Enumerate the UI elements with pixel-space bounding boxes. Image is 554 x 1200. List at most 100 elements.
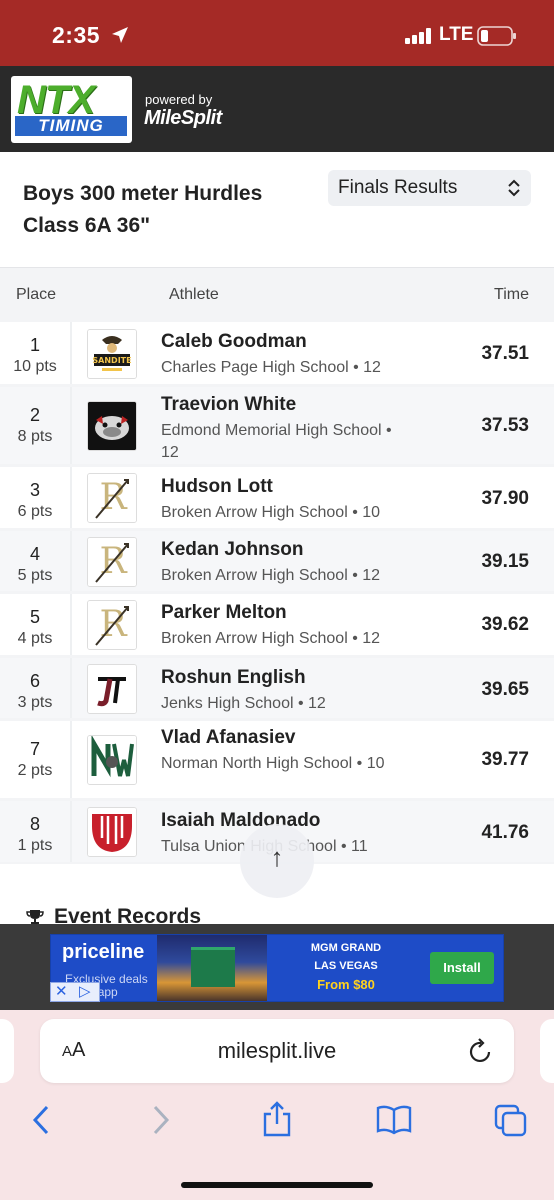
ntx-timing-logo[interactable]: NTX TIMING [11, 76, 132, 143]
result-time: 37.53 [481, 415, 529, 436]
school-logo: R [87, 473, 137, 523]
header-time: Time [494, 286, 529, 303]
home-indicator [181, 1182, 373, 1188]
place-points: 6 pts [17, 503, 53, 520]
address-bar[interactable]: AA milesplit.live [40, 1019, 514, 1083]
table-row[interactable]: 4 5 pts R Kedan Johnson Broken Arrow Hig… [0, 531, 554, 594]
jenks-jt-logo-icon [88, 665, 136, 713]
athlete-name[interactable]: Kedan Johnson [161, 539, 304, 561]
svg-text:SANDITE: SANDITE [92, 356, 131, 365]
place-number: 4 [29, 544, 40, 564]
place-number: 6 [29, 671, 40, 691]
result-time: 39.65 [481, 679, 529, 700]
place-points: 10 pts [13, 358, 57, 375]
table-row[interactable]: 7 2 pts Vlad Afanasiev Norman North High… [0, 721, 554, 801]
network-type: LTE [439, 24, 474, 45]
athlete-name[interactable]: Roshun English [161, 667, 306, 689]
athlete-school: Broken Arrow High School • 12 [161, 630, 381, 647]
place-number: 5 [29, 607, 40, 627]
place-number: 3 [29, 480, 40, 500]
school-logo [87, 807, 137, 857]
place-points: 8 pts [17, 428, 53, 445]
place-number: 2 [29, 405, 40, 425]
results-round-value: Finals Results [338, 177, 458, 198]
result-time: 39.62 [481, 614, 529, 635]
battery-icon [477, 26, 516, 46]
result-time: 39.77 [481, 749, 529, 770]
ad-hotel-building [191, 947, 235, 987]
ad-offer: MGM GRAND LAS VEGAS From $80 [267, 935, 425, 1001]
url-text: milesplit.live [217, 1038, 337, 1063]
location-arrow-icon [112, 27, 128, 43]
place-cell: 2 8 pts [0, 387, 72, 464]
page: 2:35 LTE NTX TIMING powered by MileSplit… [0, 0, 554, 1200]
results-round-select[interactable]: Finals Results [328, 170, 531, 206]
place-cell: 4 5 pts [0, 531, 72, 591]
athlete-school: Broken Arrow High School • 12 [161, 567, 381, 584]
table-row[interactable]: 1 10 pts SANDITE Caleb Goodman Charles P… [0, 322, 554, 387]
milesplit-logo[interactable]: MileSplit [144, 107, 222, 130]
place-cell: 8 1 pts [0, 801, 72, 862]
ad-choices-icon: ▷ [79, 983, 91, 1000]
reload-icon[interactable] [468, 1037, 494, 1065]
ad-price: From $80 [317, 977, 375, 992]
signal-strength-icon [405, 28, 431, 44]
bulldog-logo-icon [88, 402, 136, 450]
result-time: 39.15 [481, 551, 529, 572]
broken-arrow-logo-icon: R [88, 474, 136, 522]
place-points: 3 pts [17, 694, 53, 711]
table-row[interactable]: 5 4 pts R Parker Melton Broken Arrow Hig… [0, 594, 554, 658]
school-logo: R [87, 537, 137, 587]
ad-city: LAS VEGAS [314, 960, 378, 972]
tulsa-union-logo-icon [88, 808, 136, 856]
powered-by-label: powered by [145, 92, 213, 107]
priceline-ad[interactable]: priceline Exclusive deals in the app MGM… [50, 934, 504, 1002]
result-time: 41.76 [481, 822, 529, 843]
tabs-icon[interactable] [494, 1104, 528, 1138]
table-header: Place Athlete Time [0, 268, 554, 323]
forward-icon[interactable] [150, 1104, 172, 1136]
site-header: NTX TIMING powered by MileSplit [0, 66, 554, 152]
athlete-name[interactable]: Hudson Lott [161, 476, 273, 498]
athlete-name[interactable]: Parker Melton [161, 602, 287, 624]
ad-install-button[interactable]: Install [430, 952, 494, 984]
athlete-name[interactable]: Traevion White [161, 394, 296, 416]
school-logo [87, 401, 137, 451]
share-icon[interactable] [262, 1100, 292, 1138]
place-cell: 5 4 pts [0, 594, 72, 655]
back-icon[interactable] [30, 1104, 52, 1136]
athlete-name[interactable]: Vlad Afanasiev [161, 727, 295, 749]
school-logo [87, 735, 137, 785]
close-icon: ✕ [55, 983, 68, 1000]
result-time: 37.90 [481, 488, 529, 509]
scroll-to-top-button[interactable]: ↑ [240, 824, 314, 898]
next-tab-edge[interactable] [540, 1019, 554, 1083]
broken-arrow-logo-icon: R [88, 601, 136, 649]
event-title-line2: Class 6A 36" [23, 214, 151, 237]
table-row[interactable]: 6 3 pts Roshun English Jenks High School… [0, 658, 554, 721]
norman-north-logo-icon [88, 736, 136, 784]
athlete-school: Broken Arrow High School • 10 [161, 504, 381, 521]
school-logo: SANDITE [87, 329, 137, 379]
previous-tab-edge[interactable] [0, 1019, 14, 1083]
chevron-up-down-icon [508, 179, 520, 197]
header-place: Place [16, 286, 57, 303]
school-logo [87, 664, 137, 714]
header-athlete: Athlete [169, 286, 219, 303]
ad-brand: priceline [62, 941, 145, 963]
event-header: Boys 300 meter Hurdles Class 6A 36" [0, 152, 554, 264]
table-row[interactable]: 2 8 pts Traevion White Edmond Memorial H… [0, 387, 554, 467]
ad-choices-close[interactable]: ✕ ▷ [50, 982, 100, 1002]
clock: 2:35 [52, 22, 101, 48]
athlete-school: Jenks High School • 12 [161, 695, 326, 712]
place-number: 1 [29, 335, 40, 355]
athlete-school: Norman North High School • 10 [161, 755, 385, 772]
broken-arrow-logo-icon: R [88, 538, 136, 586]
table-row[interactable]: 3 6 pts R Hudson Lott Broken Arrow High … [0, 467, 554, 531]
results-table: Place Athlete Time 1 10 pts SANDITE Cale… [0, 267, 554, 865]
athlete-name[interactable]: Caleb Goodman [161, 331, 307, 353]
place-points: 5 pts [17, 567, 53, 584]
event-title-line1: Boys 300 meter Hurdles [23, 182, 263, 205]
bookmarks-icon[interactable] [376, 1104, 412, 1136]
place-number: 8 [29, 814, 40, 834]
